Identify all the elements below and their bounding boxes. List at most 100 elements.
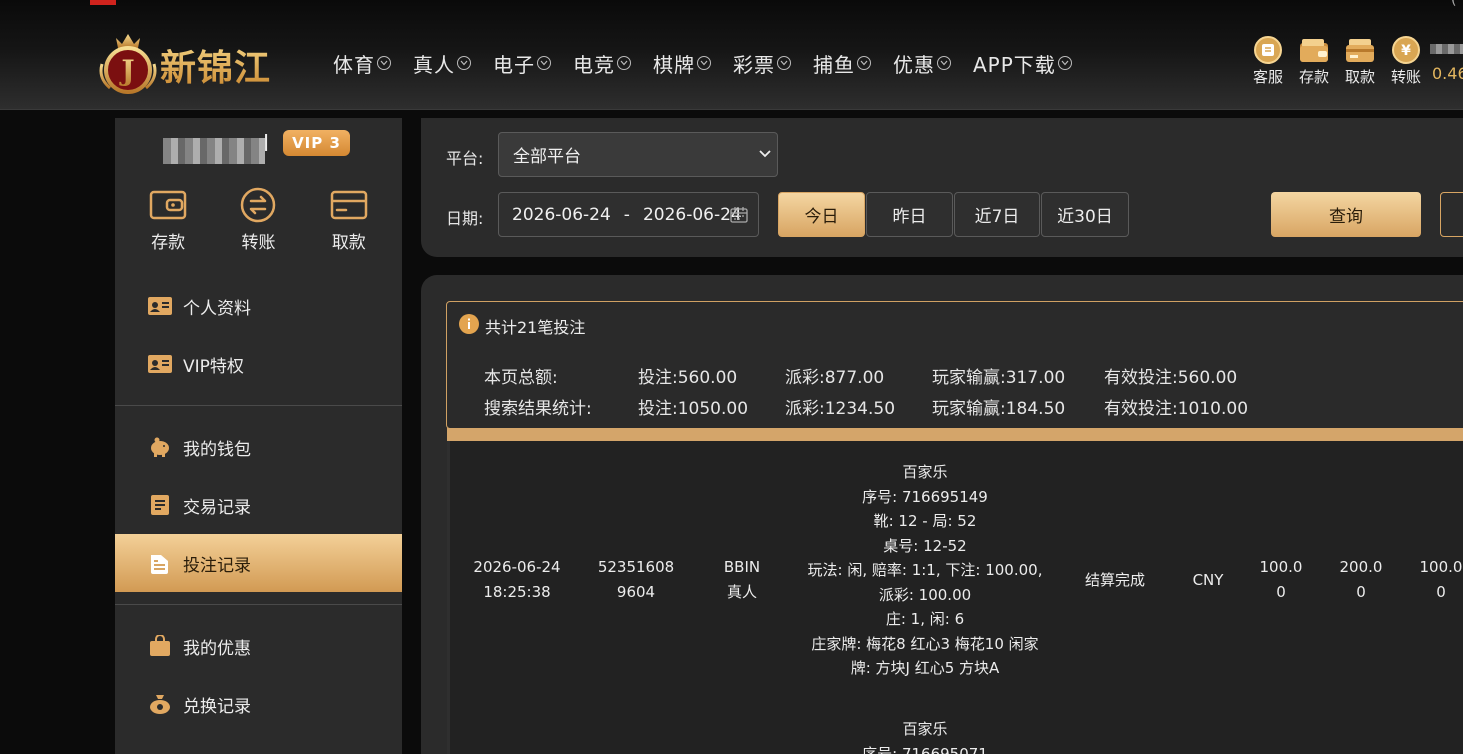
page-bet: 投注:560.00 (638, 368, 738, 388)
bet-datetime: 2026-06-24 18:25:38 (470, 555, 564, 604)
nav-fishing[interactable]: 捕鱼 (813, 49, 871, 78)
nav-label: 真人 (413, 52, 455, 77)
sidebar-divider (115, 405, 402, 406)
detail-line: 牌: 方块J 红心5 方块A (850, 659, 1000, 677)
nav-sports[interactable]: 体育 (333, 49, 391, 78)
sidebar-item-transactions[interactable]: 交易记录 (115, 476, 402, 534)
quick-label: 取款 (1344, 68, 1375, 86)
search-button[interactable]: 查询 (1271, 192, 1421, 237)
vip-card-icon (147, 353, 173, 375)
amount-line: 200.0 (1339, 558, 1383, 576)
detail-line: 百家乐 (902, 720, 948, 738)
site-logo[interactable]: J 新锦江 (96, 24, 306, 96)
payout-amount: 200.0 0 (1333, 555, 1389, 604)
sidebar-withdraw-button[interactable]: 取款 (314, 186, 384, 253)
range-yesterday-button[interactable]: 昨日 (866, 192, 953, 237)
avatar-username-masked (163, 138, 265, 164)
gift-bag-icon (147, 635, 173, 657)
bet-amount: 100.0 0 (1253, 555, 1309, 604)
bet-detail: 百家乐 序号: 716695071 (795, 717, 1055, 754)
sidebar-item-promotions[interactable]: 我的优惠 (115, 617, 402, 675)
username-suffix: l (263, 132, 270, 157)
sidebar-item-bet-records[interactable]: 投注记录 (115, 534, 402, 592)
chevron-down-icon (617, 56, 631, 70)
sidebar-deposit-button[interactable]: 存款 (133, 186, 203, 253)
date-end: 2026-06-24 (642, 204, 742, 225)
sidebar-transfer-button[interactable]: 转账 (223, 186, 293, 253)
calendar-icon (730, 207, 748, 223)
platform-line: BBIN (723, 558, 761, 576)
sidebar-divider (115, 604, 402, 605)
date-quick-range: 今日 昨日 近7日 近30日 (778, 192, 1130, 237)
platform-select-value: 全部平台 (513, 147, 581, 167)
sidebar-action-label: 取款 (331, 233, 366, 253)
crown-shield-logo-icon: J (99, 34, 157, 94)
detail-line: 庄家牌: 梅花8 红心3 梅花10 闲家 (811, 634, 1039, 653)
results-panel: 共计21笔投注 本页总额: 投注:560.00 派彩:877.00 玩家输赢:3… (421, 275, 1463, 754)
transfer-coin-icon: ¥ (1391, 36, 1421, 64)
table-row: 2026-06-24 18:25:38 52351608 9604 BBIN 真… (450, 461, 1463, 691)
order-id-line: 9604 (616, 582, 656, 601)
nav-label: APP下载 (973, 52, 1056, 77)
nav-slots[interactable]: 电子 (493, 49, 551, 78)
range-30days-button[interactable]: 近30日 (1041, 192, 1129, 237)
piggy-bank-icon (147, 436, 173, 458)
nav-app-download[interactable]: APP下载 (973, 49, 1072, 78)
logo-text: 新锦江 (160, 39, 271, 91)
account-sidebar: l VIP 3 存款 转账 取款 个人资料 VIP特权 我的钱包 交易记录 投注… (115, 118, 402, 754)
amount-line: 0 (1356, 582, 1366, 601)
range-today-button[interactable]: 今日 (778, 192, 865, 237)
corner-fragment: ( (1451, 0, 1457, 8)
bet-count-title: 共计21笔投注 (485, 318, 586, 337)
filter-panel: 平台: 全部平台 日期: 2026-06-24 - 2026-06-24 今日 … (421, 118, 1463, 257)
sidebar-item-profile[interactable]: 个人资料 (115, 277, 402, 335)
quick-label: 转账 (1390, 68, 1421, 86)
username-masked (1430, 44, 1463, 54)
chevron-down-icon (857, 56, 871, 70)
platform-line: 真人 (726, 582, 757, 601)
withdraw-button[interactable]: 取款 (1337, 36, 1383, 87)
detail-line: 百家乐 (902, 463, 948, 481)
transfer-button[interactable]: ¥ 转账 (1383, 36, 1429, 87)
sidebar-item-wallet[interactable]: 我的钱包 (115, 418, 402, 476)
sidebar-item-label: VIP特权 (183, 356, 244, 377)
sidebar-item-label: 兑换记录 (183, 696, 251, 717)
nav-promotions[interactable]: 优惠 (893, 49, 951, 78)
wallet-icon (148, 186, 188, 224)
sidebar-item-vip[interactable]: VIP特权 (115, 335, 402, 393)
customer-service-button[interactable]: 客服 (1245, 36, 1291, 87)
detail-line: 序号: 716695071 (862, 744, 988, 754)
bet-currency: CNY (1192, 571, 1224, 589)
bet-detail: 百家乐 序号: 716695149 靴: 12 - 局: 52 桌号: 12-5… (795, 460, 1055, 681)
deposit-button[interactable]: 存款 (1291, 36, 1337, 87)
page-total-label: 本页总额: (484, 368, 558, 388)
sidebar-item-exchange[interactable]: 兑换记录 (115, 675, 402, 733)
bet-records-table: 2026-06-24 18:25:38 52351608 9604 BBIN 真… (447, 441, 1463, 754)
total-payout: 派彩:1234.50 (785, 399, 896, 419)
chevron-down-icon (377, 56, 391, 70)
date-range-input[interactable]: 2026-06-24 - 2026-06-24 (498, 192, 759, 237)
amount-line: 100.0 (1419, 558, 1463, 576)
nav-esports[interactable]: 电竞 (573, 49, 631, 78)
info-icon (459, 314, 479, 334)
nav-label: 棋牌 (653, 52, 695, 77)
chevron-down-icon (1057, 56, 1072, 70)
nav-live[interactable]: 真人 (413, 49, 471, 78)
order-id-line: 52351608 (597, 558, 675, 576)
card-icon (329, 186, 369, 224)
chevron-down-icon (457, 56, 471, 70)
platform-select[interactable]: 全部平台 (498, 132, 778, 177)
chevron-down-icon (537, 56, 551, 70)
page-winloss: 玩家输赢:317.00 (932, 368, 1066, 388)
detail-line: 靴: 12 - 局: 52 (873, 512, 977, 530)
nav-label: 电子 (493, 52, 535, 77)
nav-label: 电竞 (573, 52, 615, 77)
transfer-icon (238, 186, 278, 224)
main-nav: 体育 真人 电子 电竞 棋牌 彩票 捕鱼 优惠 APP下载 (333, 47, 1094, 79)
sidebar-item-label: 交易记录 (183, 497, 251, 518)
nav-cards[interactable]: 棋牌 (653, 49, 711, 78)
nav-lottery[interactable]: 彩票 (733, 49, 791, 78)
reset-button[interactable] (1440, 192, 1463, 237)
sidebar-item-label: 投注记录 (183, 555, 251, 576)
range-7days-button[interactable]: 近7日 (954, 192, 1040, 237)
